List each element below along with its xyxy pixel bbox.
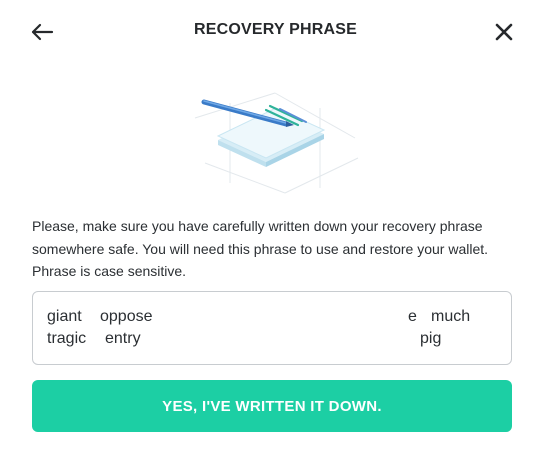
close-icon bbox=[495, 23, 513, 41]
phrase-word: giant bbox=[47, 308, 82, 325]
phrase-word: much bbox=[431, 308, 471, 325]
close-button[interactable] bbox=[494, 22, 514, 42]
notebook-illustration bbox=[190, 88, 360, 198]
phrase-word: tragic bbox=[47, 330, 87, 347]
instruction-text: Please, make sure you have carefully wri… bbox=[32, 218, 489, 279]
phrase-word: entry bbox=[105, 330, 141, 347]
modal-header: RECOVERY PHRASE bbox=[0, 0, 551, 64]
page-title: RECOVERY PHRASE bbox=[193, 21, 358, 38]
confirm-written-button[interactable]: YES, I'VE WRITTEN IT DOWN. bbox=[32, 380, 512, 432]
phrase-word: oppose bbox=[100, 308, 153, 325]
phrase-word: e bbox=[408, 308, 417, 325]
notebook-with-pen-icon bbox=[194, 92, 359, 194]
phrase-word: pig bbox=[420, 330, 442, 347]
recovery-phrase-box: giant oppose e much tragic entry pig bbox=[32, 291, 512, 365]
